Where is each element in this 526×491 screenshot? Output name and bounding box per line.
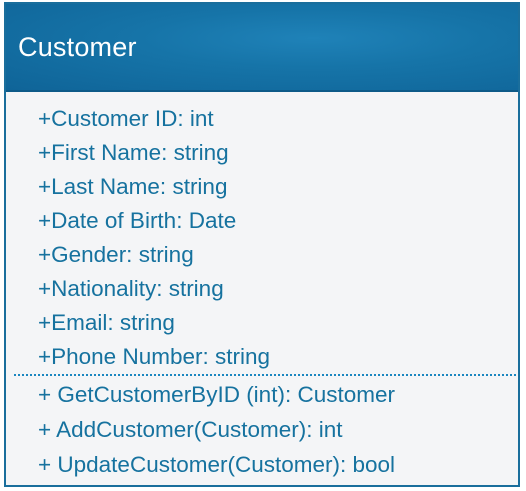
attribute-email: +Email: string bbox=[38, 310, 175, 335]
uml-class-box: Customer +Customer ID: int +First Name: … bbox=[4, 2, 520, 487]
attribute-phone-number: +Phone Number: string bbox=[38, 344, 270, 369]
class-name: Customer bbox=[18, 32, 137, 62]
operations-compartment: + GetCustomerByID (int): Customer + AddC… bbox=[6, 380, 518, 485]
operation-get-customer-by-id: + GetCustomerByID (int): Customer bbox=[38, 382, 395, 407]
attribute-date-of-birth: +Date of Birth: Date bbox=[38, 208, 237, 233]
attribute-gender: +Gender: string bbox=[38, 242, 194, 267]
attribute-first-name: +First Name: string bbox=[38, 140, 229, 165]
attribute-nationality: +Nationality: string bbox=[38, 276, 224, 301]
attribute-last-name: +Last Name: string bbox=[38, 174, 228, 199]
attributes-compartment: +Customer ID: int +First Name: string +L… bbox=[6, 104, 518, 376]
operation-update-customer: + UpdateCustomer(Customer): bool bbox=[38, 452, 396, 477]
class-header: Customer bbox=[6, 4, 518, 92]
compartment-divider bbox=[14, 374, 516, 376]
attribute-customer-id: +Customer ID: int bbox=[38, 106, 214, 131]
operation-add-customer: + AddCustomer(Customer): int bbox=[38, 417, 343, 442]
